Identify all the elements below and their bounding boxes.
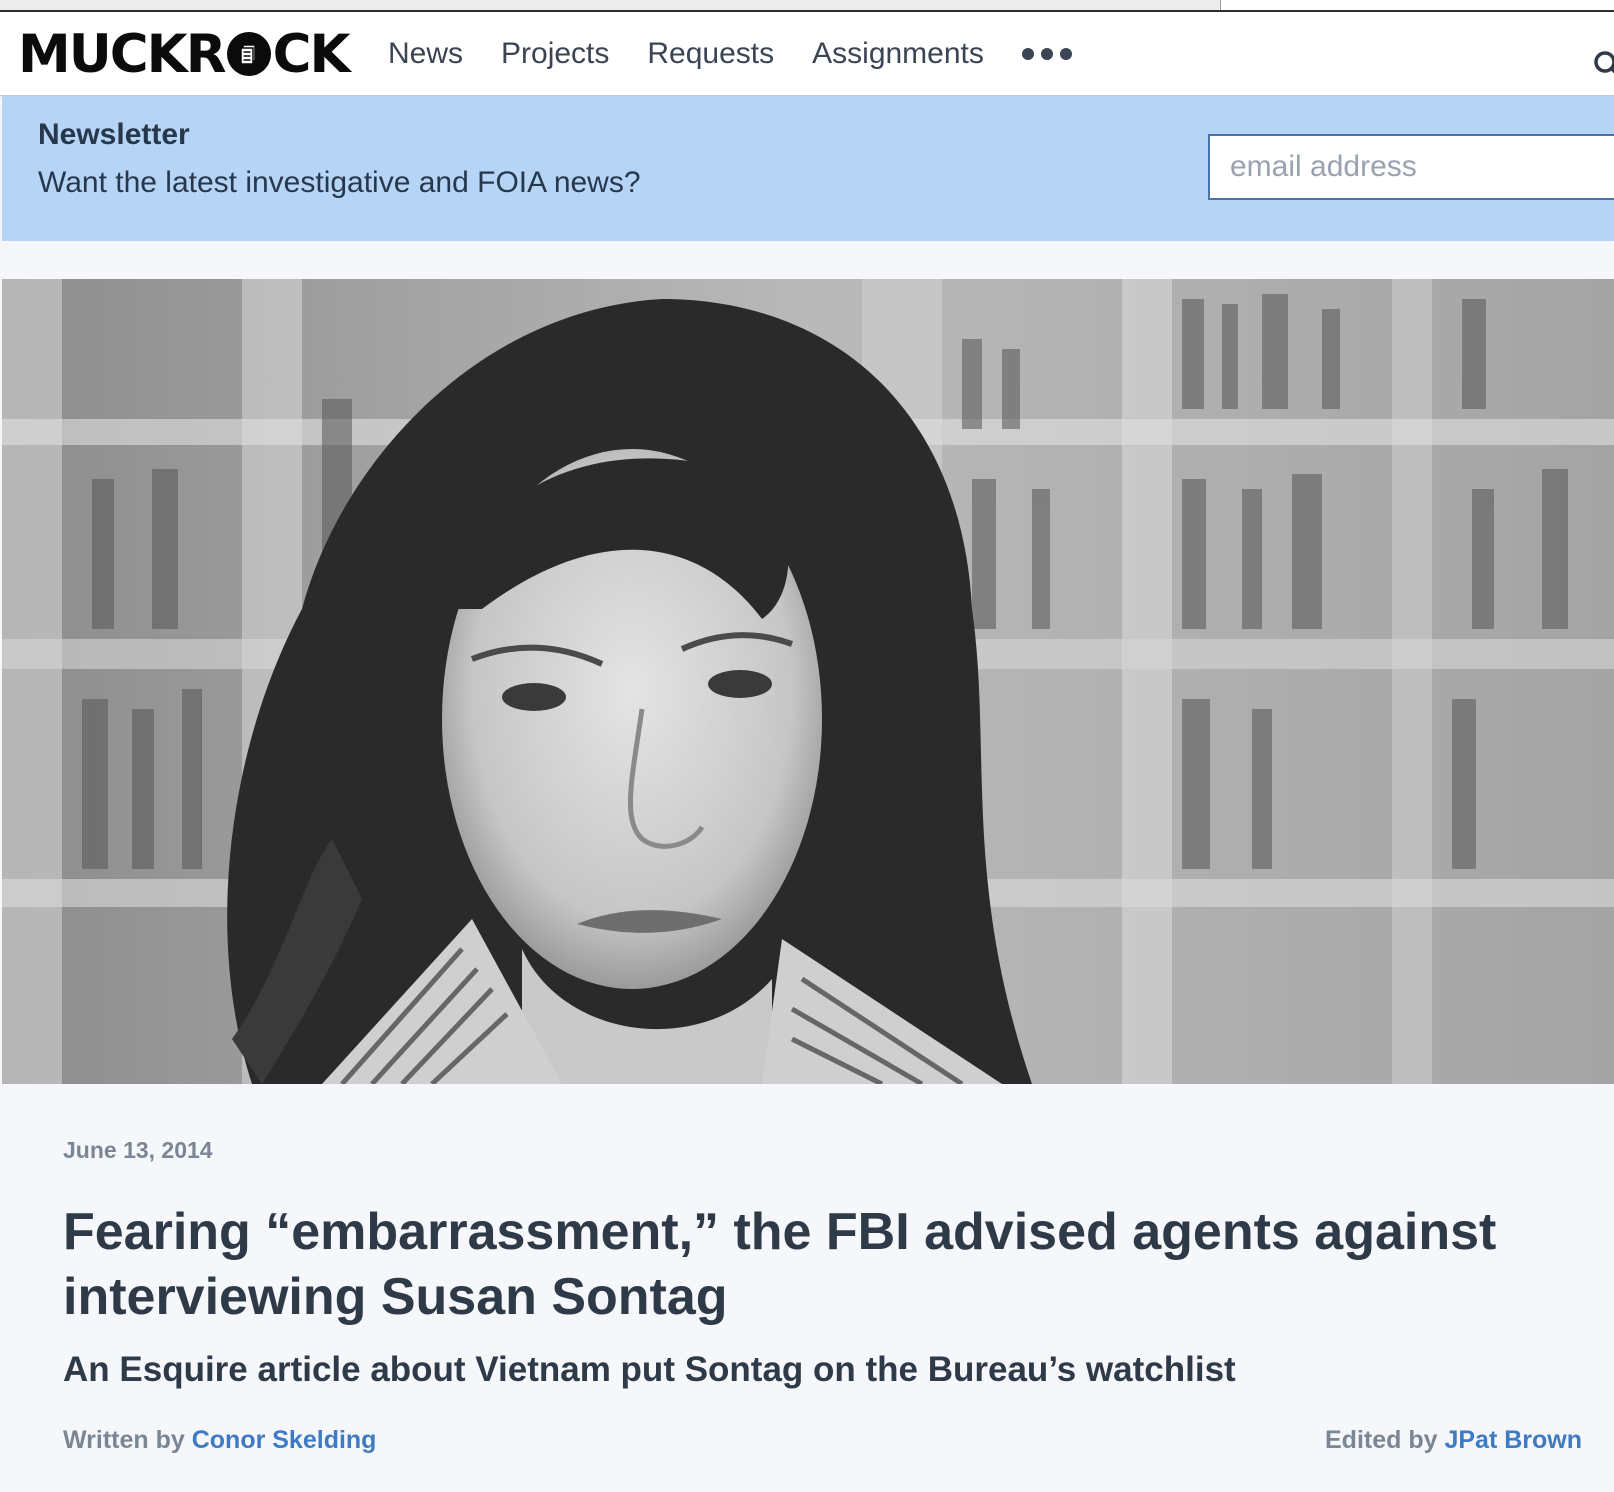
edited-by-label: Edited by bbox=[1325, 1426, 1438, 1454]
nav-assignments[interactable]: Assignments bbox=[812, 34, 984, 74]
logo-text-left: MUCKR bbox=[18, 23, 227, 85]
edited-by: Edited by JPat Brown bbox=[1325, 1426, 1582, 1455]
author-link[interactable]: Conor Skelding bbox=[192, 1426, 377, 1454]
muckrock-logo[interactable]: MUCKR CK bbox=[18, 23, 351, 85]
nav-requests[interactable]: Requests bbox=[647, 34, 774, 74]
browser-top-strip bbox=[0, 0, 1614, 12]
email-field[interactable] bbox=[1208, 134, 1614, 200]
site-header: MUCKR CK News Projects Requests Assignme… bbox=[0, 12, 1614, 96]
ellipsis-dot bbox=[1059, 48, 1072, 60]
editor-link[interactable]: JPat Brown bbox=[1444, 1426, 1582, 1454]
article-headline: Fearing “embarrassment,” the FBI advised… bbox=[63, 1203, 1497, 1326]
ellipsis-icon[interactable] bbox=[1021, 34, 1072, 74]
search-icon[interactable] bbox=[1593, 50, 1614, 80]
ellipsis-dot bbox=[1021, 48, 1034, 60]
newsletter-banner: Newsletter Want the latest investigative… bbox=[2, 96, 1614, 241]
newsletter-description: Want the latest investigative and FOIA n… bbox=[38, 166, 641, 199]
newsletter-title: Newsletter bbox=[38, 118, 190, 151]
browser-tab-segment bbox=[1220, 0, 1614, 10]
byline: Written by Conor Skelding bbox=[63, 1426, 376, 1455]
article-date: June 13, 2014 bbox=[63, 1137, 213, 1163]
written-by-label: Written by bbox=[63, 1426, 185, 1454]
article-subhead: An Esquire article about Vietnam put Son… bbox=[63, 1350, 1236, 1389]
logo-document-icon bbox=[226, 32, 271, 76]
hero-photo bbox=[2, 279, 1614, 1084]
logo-text-right: CK bbox=[272, 23, 351, 85]
nav-news[interactable]: News bbox=[388, 34, 463, 74]
nav-projects[interactable]: Projects bbox=[501, 34, 609, 74]
main-nav: News Projects Requests Assignments bbox=[388, 34, 1072, 74]
ellipsis-dot bbox=[1040, 48, 1053, 60]
